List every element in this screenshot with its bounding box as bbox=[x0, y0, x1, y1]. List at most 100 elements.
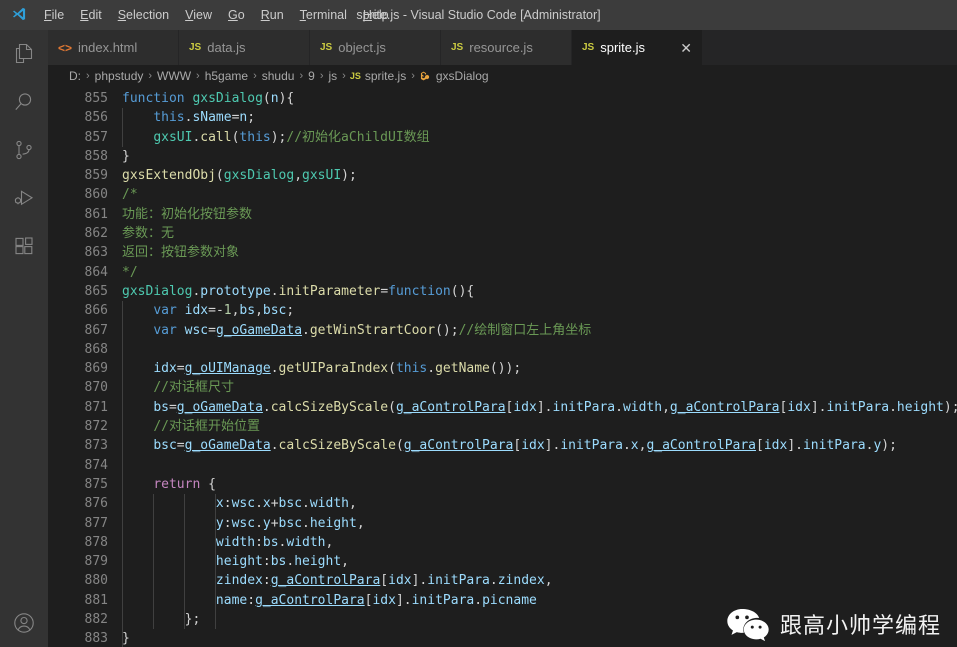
code-editor[interactable]: 855 856 857 858 859 860 861 862 863 864 … bbox=[48, 87, 957, 647]
line-number: 879 bbox=[84, 554, 108, 570]
line-number: 869 bbox=[84, 361, 108, 377]
indent-guide bbox=[215, 494, 216, 630]
menu-item-run[interactable]: Run bbox=[253, 0, 292, 30]
code-line: height:bs.height, bbox=[215, 554, 349, 570]
menu-item-selection[interactable]: Selection bbox=[110, 0, 177, 30]
menu-item-terminal[interactable]: Terminal bbox=[292, 0, 355, 30]
line-number: 881 bbox=[84, 592, 108, 608]
line-number: 856 bbox=[84, 110, 108, 126]
breadcrumb-item-sprite-js[interactable]: sprite.js bbox=[364, 69, 407, 83]
menu-item-edit[interactable]: Edit bbox=[72, 0, 110, 30]
breadcrumb-item-9[interactable]: 9 bbox=[307, 69, 316, 83]
breadcrumb-item-gxsdialog[interactable]: gxsDialog bbox=[435, 69, 490, 83]
code-line: } bbox=[122, 631, 130, 647]
tab-label: data.js bbox=[207, 40, 246, 55]
js-file-icon: JS bbox=[189, 41, 202, 53]
code-lines: function gxsDialog(n){ this.sName=n; gxs… bbox=[122, 89, 957, 647]
run-debug-icon[interactable] bbox=[0, 174, 48, 222]
breadcrumb-separator-icon: › bbox=[342, 70, 346, 82]
indent-guide bbox=[122, 301, 123, 647]
method-symbol-icon bbox=[419, 70, 431, 83]
breadcrumb-item-phpstudy[interactable]: phpstudy bbox=[94, 69, 145, 83]
line-number: 877 bbox=[84, 515, 108, 531]
tab-data-js[interactable]: JS data.js bbox=[179, 30, 310, 65]
code-line: */ bbox=[122, 264, 138, 280]
breadcrumb-item-js[interactable]: js bbox=[327, 69, 338, 83]
tab-index-html[interactable]: <> index.html bbox=[48, 30, 179, 65]
extensions-icon[interactable] bbox=[0, 222, 48, 270]
breadcrumb: D: › phpstudy › WWW › h5game › shudu › 9… bbox=[48, 65, 957, 87]
line-number: 883 bbox=[84, 631, 108, 647]
menu-item-go[interactable]: Go bbox=[220, 0, 253, 30]
code-line: 返回：按钮参数对象 bbox=[122, 245, 240, 261]
breadcrumb-item-shudu[interactable]: shudu bbox=[261, 69, 296, 83]
code-line: function gxsDialog(n){ bbox=[122, 91, 295, 106]
breadcrumb-separator-icon: › bbox=[253, 70, 257, 82]
js-file-icon: JS bbox=[582, 41, 595, 53]
source-control-icon[interactable] bbox=[0, 126, 48, 174]
code-line: gxsUI.call(this);//初始化aChildUI数组 bbox=[153, 129, 430, 145]
line-number: 874 bbox=[84, 457, 108, 473]
code-line: y:wsc.y+bsc.height, bbox=[215, 515, 365, 531]
menu-item-file[interactable]: File bbox=[36, 0, 72, 30]
line-number: 859 bbox=[84, 168, 108, 184]
code-line: 功能：初始化按钮参数 bbox=[122, 206, 253, 222]
line-number: 870 bbox=[84, 380, 108, 396]
code-line: } bbox=[122, 148, 130, 164]
line-number: 878 bbox=[84, 534, 108, 550]
account-icon[interactable] bbox=[0, 599, 48, 647]
tab-sprite-js[interactable]: JS sprite.js ✕ bbox=[572, 30, 703, 65]
line-number: 863 bbox=[84, 245, 108, 261]
tab-label: sprite.js bbox=[600, 40, 646, 55]
menu-item-help[interactable]: Help bbox=[355, 0, 397, 30]
breadcrumb-item-drive[interactable]: D: bbox=[68, 69, 82, 83]
breadcrumb-separator-icon: › bbox=[319, 70, 324, 82]
breadcrumb-item-h5game[interactable]: h5game bbox=[204, 69, 249, 83]
line-number: 875 bbox=[84, 476, 108, 492]
vscode-logo-icon bbox=[0, 0, 36, 30]
line-number: 880 bbox=[84, 573, 108, 589]
menu-bar: File Edit Selection View Go Run Terminal… bbox=[36, 0, 397, 30]
line-number: 860 bbox=[84, 187, 108, 203]
editor-group: <> index.html JS data.js JS object.js JS… bbox=[48, 30, 957, 647]
explorer-icon[interactable] bbox=[0, 30, 48, 78]
line-number: 862 bbox=[84, 226, 108, 242]
title-bar: File Edit Selection View Go Run Terminal… bbox=[0, 0, 957, 30]
tab-bar: <> index.html JS data.js JS object.js JS… bbox=[48, 30, 957, 65]
code-line: return { bbox=[153, 476, 216, 492]
breadcrumb-separator-icon: › bbox=[86, 70, 90, 82]
line-number: 865 bbox=[84, 283, 108, 299]
line-number: 857 bbox=[84, 129, 108, 145]
line-number: 861 bbox=[84, 206, 108, 222]
breadcrumb-separator-icon: › bbox=[196, 70, 200, 82]
close-icon[interactable]: ✕ bbox=[670, 41, 692, 55]
line-number: 872 bbox=[84, 419, 108, 435]
tab-label: index.html bbox=[78, 40, 138, 55]
line-number: 871 bbox=[84, 399, 108, 415]
code-line: name:g_aControlPara[idx].initPara.picnam… bbox=[215, 592, 537, 608]
breadcrumb-item-www[interactable]: WWW bbox=[156, 69, 192, 83]
search-icon[interactable] bbox=[0, 78, 48, 126]
tab-object-js[interactable]: JS object.js bbox=[310, 30, 441, 65]
code-line: 参数：无 bbox=[122, 226, 175, 242]
line-number: 866 bbox=[84, 303, 108, 319]
window-body: <> index.html JS data.js JS object.js JS… bbox=[0, 30, 957, 647]
indent-guide bbox=[122, 108, 123, 147]
line-number-gutter: 855 856 857 858 859 860 861 862 863 864 … bbox=[48, 89, 122, 647]
line-number: 873 bbox=[84, 438, 108, 454]
code-line: bsc=g_oGameData.calcSizeByScale(g_aContr… bbox=[153, 438, 897, 454]
menu-item-view[interactable]: View bbox=[177, 0, 220, 30]
breadcrumb-separator-icon: › bbox=[148, 70, 153, 82]
activity-bar bbox=[0, 30, 48, 647]
js-file-icon: JS bbox=[451, 41, 464, 53]
line-number: 858 bbox=[84, 148, 108, 164]
line-number: 864 bbox=[84, 264, 108, 280]
line-number: 868 bbox=[84, 341, 108, 357]
tab-resource-js[interactable]: JS resource.js bbox=[441, 30, 572, 65]
html-file-icon: <> bbox=[58, 40, 73, 55]
code-line: x:wsc.x+bsc.width, bbox=[215, 496, 357, 512]
code-line: gxsExtendObj(gxsDialog,gxsUI); bbox=[122, 168, 357, 184]
code-line: idx=g_oUIManage.getUIParaIndex(this.getN… bbox=[153, 361, 522, 377]
